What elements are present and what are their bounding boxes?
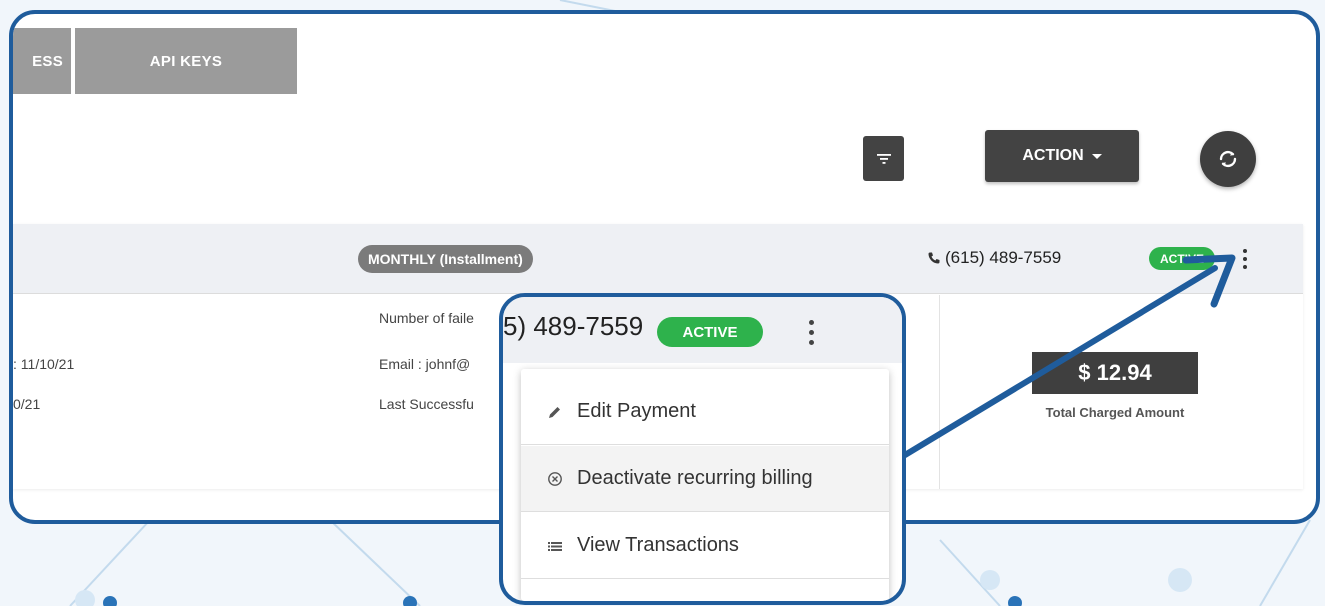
zoom-phone: 5) 489-7559 — [503, 311, 644, 341]
zoom-header: 5) 489-7559 ACTIVE — [503, 297, 902, 363]
next-date-text: 0/21 — [13, 396, 41, 412]
tab-bar: ESS API KEYS — [13, 28, 297, 94]
refresh-button[interactable] — [1200, 131, 1256, 187]
tab-access[interactable]: ESS — [13, 28, 71, 94]
card-header: MONTHLY (Installment) (615) 489-7559 ACT… — [13, 224, 1303, 294]
zoom-status-badge: ACTIVE — [657, 317, 763, 347]
zoom-callout: 5) 489-7559 ACTIVE Edit Payment Deactiva… — [499, 293, 906, 605]
refresh-icon — [1219, 150, 1237, 168]
menu-item-view-transactions[interactable]: View Transactions — [521, 513, 889, 579]
customer-phone-text: (615) 489-7559 — [945, 248, 1062, 267]
menu-item-label: Deactivate recurring billing — [577, 467, 813, 489]
pencil-icon — [547, 404, 563, 420]
total-amount-label: Total Charged Amount — [1045, 405, 1185, 420]
phone-icon — [928, 252, 940, 264]
action-button-label: ACTION — [1022, 147, 1084, 164]
failed-count-text: Number of faile — [379, 310, 474, 326]
filter-icon — [876, 153, 891, 164]
menu-item-deactivate[interactable]: Deactivate recurring billing — [521, 446, 889, 512]
email-text: Email : johnf@ — [379, 356, 471, 372]
menu-item-edit-payment[interactable]: Edit Payment — [521, 379, 889, 445]
filter-button[interactable] — [863, 136, 904, 181]
column-divider — [939, 295, 940, 489]
menu-item-label: View Transactions — [577, 534, 739, 556]
total-amount: $ 12.94 — [1032, 352, 1198, 394]
more-options-icon[interactable] — [1235, 244, 1255, 274]
menu-item-label: Edit Payment — [577, 400, 696, 422]
last-successful-text: Last Successfu — [379, 396, 474, 412]
tab-api-keys[interactable]: API KEYS — [75, 28, 297, 94]
chevron-down-icon — [1091, 153, 1102, 159]
action-button[interactable]: ACTION — [985, 130, 1139, 182]
list-icon — [547, 538, 563, 554]
plan-badge: MONTHLY (Installment) — [358, 245, 533, 273]
status-badge: ACTIVE — [1149, 247, 1216, 270]
circle-x-icon — [547, 471, 563, 487]
more-options-icon[interactable] — [803, 317, 819, 347]
context-menu: Edit Payment Deactivate recurring billin… — [521, 369, 889, 601]
start-date-text: : 11/10/21 — [13, 356, 75, 372]
customer-phone: (615) 489-7559 — [927, 246, 1061, 270]
